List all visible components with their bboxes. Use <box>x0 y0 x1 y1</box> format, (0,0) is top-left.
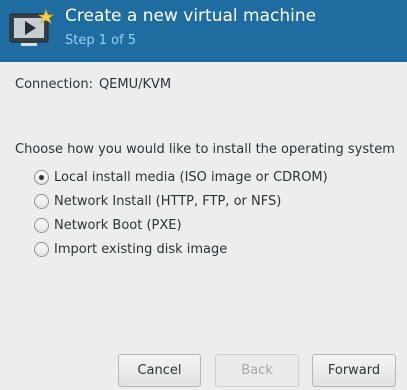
radio-label[interactable]: Network Boot (PXE) <box>54 218 182 233</box>
install-method-prompt: Choose how you would like to install the… <box>15 142 395 157</box>
radio-button[interactable] <box>34 217 49 233</box>
radio-network-install[interactable]: Network Install (HTTP, FTP, or NFS) <box>34 192 281 210</box>
connection-label: Connection: <box>15 77 93 92</box>
radio-network-boot[interactable]: Network Boot (PXE) <box>34 216 182 234</box>
radio-local-media[interactable]: Local install media (ISO image or CDROM) <box>34 168 328 186</box>
radio-button[interactable] <box>34 241 49 257</box>
connection-info: Connection: QEMU/KVM <box>15 77 171 92</box>
back-button[interactable]: Back <box>215 354 299 387</box>
radio-label[interactable]: Import existing disk image <box>54 242 227 257</box>
wizard-title: Create a new virtual machine <box>65 6 317 26</box>
radio-import-disk[interactable]: Import existing disk image <box>34 240 227 258</box>
radio-label[interactable]: Network Install (HTTP, FTP, or NFS) <box>54 194 281 209</box>
radio-button[interactable] <box>34 193 49 209</box>
radio-button-checked[interactable] <box>34 169 49 185</box>
wizard-step-indicator: Step 1 of 5 <box>65 33 137 48</box>
cancel-button[interactable]: Cancel <box>118 354 201 387</box>
wizard-header: Create a new virtual machine Step 1 of 5 <box>0 0 407 62</box>
new-vm-wizard-window: Create a new virtual machine Step 1 of 5… <box>0 0 407 390</box>
radio-label[interactable]: Local install media (ISO image or CDROM) <box>54 170 328 185</box>
forward-button[interactable]: Forward <box>312 354 396 387</box>
new-vm-icon <box>9 9 55 46</box>
connection-value: QEMU/KVM <box>98 77 172 92</box>
